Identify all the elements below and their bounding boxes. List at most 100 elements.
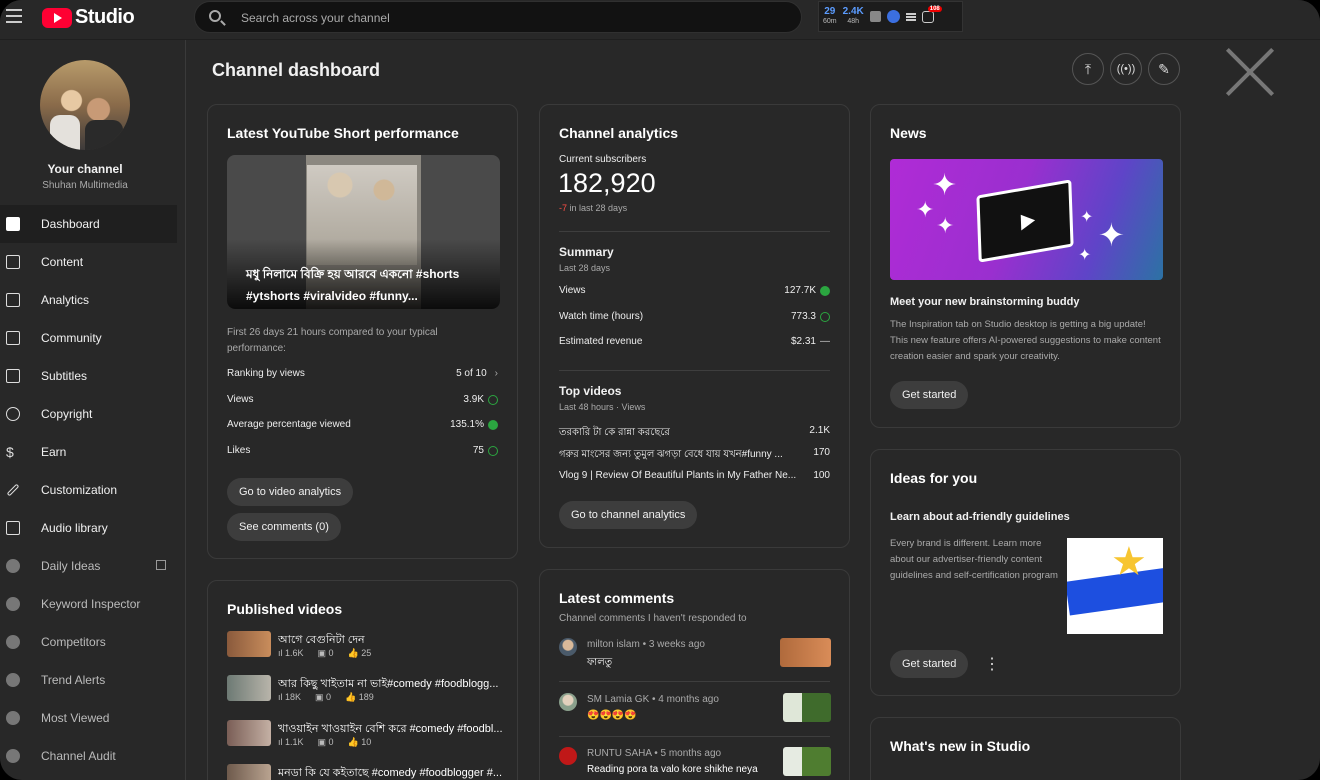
upload-icon: ⤒ (1084, 60, 1092, 77)
sidebar-item-community[interactable]: Community (0, 319, 186, 357)
card-title: Ideas for you (890, 470, 978, 486)
performance-compare-text: First 26 days 21 hours compared to your … (227, 327, 438, 354)
menu-icon[interactable] (6, 9, 22, 23)
list-icon[interactable] (905, 12, 916, 21)
list-item[interactable]: আর কিছু খাইতাম না ভাই#comedy #foodblogg.… (227, 675, 507, 715)
channel-avatar[interactable] (40, 60, 130, 150)
video-thumbnail (227, 675, 271, 701)
sidebar-item-channel-audit[interactable]: Channel Audit (0, 737, 186, 775)
card-title: Channel analytics (559, 125, 679, 141)
content-icon (6, 255, 20, 269)
comments-subtitle: Channel comments I haven't responded to (559, 613, 747, 624)
ideas-headline: Learn about ad-friendly guidelines (890, 511, 1070, 523)
sidebar-item-earn[interactable]: $ Earn (0, 433, 186, 471)
top-videos-heading: Top videos (559, 384, 622, 398)
extension-icon (6, 597, 20, 611)
sidebar: Your channel Shuhan Multimedia Dashboard… (0, 40, 186, 780)
news-get-started-button[interactable]: Get started (890, 381, 969, 409)
dash-icon: — (820, 336, 830, 347)
card-title: Published videos (227, 601, 343, 617)
check-icon (488, 445, 498, 456)
video-thumbnail (227, 764, 271, 780)
search-icon (209, 10, 221, 22)
comment-item[interactable]: RUNTU SAHA • 5 months ago Reading pora t… (559, 747, 831, 780)
latest-short-card: Latest YouTube Short performance মধু নিল… (207, 104, 518, 559)
star-icon: ★ (1111, 540, 1147, 584)
video-thumbnail (227, 631, 271, 657)
watch-time-row: Watch time (hours) 773.3 (559, 311, 830, 322)
community-icon (6, 331, 20, 345)
top-video-row[interactable]: তরকারি টা কে রান্না করছেরে 2.1K (559, 425, 830, 442)
realtime-views-stat[interactable]: 2.4K 48h (843, 6, 864, 27)
check-icon (488, 394, 498, 405)
studio-window: Studio Search across your channel 29 60m … (0, 0, 1320, 780)
go-live-button[interactable]: ((•)) (1110, 53, 1142, 85)
extension-icon[interactable] (886, 10, 900, 23)
sidebar-item-audio-library[interactable]: Audio library (0, 509, 186, 547)
upload-button[interactable]: ⤒ (1072, 53, 1104, 85)
comments-stat: ▣ 0 (315, 692, 332, 702)
sidebar-item-customization[interactable]: Customization (0, 471, 186, 509)
sidebar-item-dashboard[interactable]: Dashboard (0, 205, 177, 243)
sparkle-icon: ✦ (1080, 209, 1094, 226)
more-options-icon[interactable]: ⋮ (984, 654, 1000, 674)
comments-stat: ▣ 0 (317, 648, 334, 658)
divider (559, 681, 830, 682)
views-stat: ıl 1.1K (278, 737, 304, 747)
divider (559, 231, 830, 232)
divider (559, 370, 830, 371)
go-to-channel-analytics-button[interactable]: Go to channel analytics (559, 501, 698, 529)
top-video-row[interactable]: গরুর মাংসের জন্য তুমুল ঝগড়া বেধে যায় য… (559, 447, 830, 464)
card-title: News (890, 125, 927, 141)
arrow-up-icon (488, 419, 498, 430)
channel-analytics-card: Channel analytics Current subscribers 18… (539, 104, 850, 548)
sidebar-item-competitors[interactable]: Competitors (0, 623, 186, 661)
sidebar-item-keyword-inspector[interactable]: Keyword Inspector (0, 585, 186, 623)
news-image: ✦ ✦ ✦ ✦ ✦ ✦ (890, 159, 1163, 280)
studio-logo[interactable]: Studio (42, 6, 135, 29)
analytics-icon (6, 293, 20, 307)
views-stat: ıl 1.6K (278, 648, 304, 658)
close-icon[interactable] (1222, 45, 1277, 100)
sidebar-item-most-viewed[interactable]: Most Viewed (0, 699, 186, 737)
list-item[interactable]: মনডা কি যে কইতাছে #comedy #foodblogger #… (227, 764, 507, 780)
create-post-button[interactable]: ✎ (1148, 53, 1180, 85)
subtitles-icon (6, 369, 20, 383)
ideas-get-started-button[interactable]: Get started (890, 650, 969, 678)
video-player-illustration (976, 179, 1074, 263)
views-stat: ıl 18K (278, 692, 302, 702)
extension-toolbar: 29 60m 2.4K 48h 108 (818, 1, 963, 32)
video-thumbnail (227, 720, 271, 746)
sidebar-item-content[interactable]: Content (0, 243, 186, 281)
channel-label[interactable]: Your channel (0, 162, 170, 176)
extension-icon (6, 749, 20, 763)
list-item[interactable]: খাওয়াইন খাওয়াইন বেশি করে #comedy #food… (227, 720, 507, 760)
ideas-card: Ideas for you Learn about ad-friendly gu… (870, 449, 1181, 696)
sidebar-item-analytics[interactable]: Analytics (0, 281, 186, 319)
sidebar-item-subtitles[interactable]: Subtitles (0, 357, 186, 395)
news-headline: Meet your new brainstorming buddy (890, 296, 1080, 308)
extension-icon (6, 559, 20, 573)
audio-library-icon (6, 521, 20, 535)
subscriber-change: -7 in last 28 days (559, 203, 628, 213)
dollar-icon: $ (6, 444, 14, 460)
channel-name: Shuhan Multimedia (42, 180, 128, 191)
short-thumbnail[interactable]: মধু নিলামে বিক্রি হয় আরবে একনো #shorts … (227, 155, 500, 309)
notifications-icon[interactable]: 108 (921, 5, 942, 23)
sidebar-item-copyright[interactable]: Copyright (0, 395, 186, 433)
extension-icon (6, 673, 20, 687)
ranking-row[interactable]: Ranking by views 5 of 10 › (227, 368, 498, 379)
latest-comments-card: Latest comments Channel comments I haven… (539, 569, 850, 780)
sidebar-item-daily-ideas[interactable]: Daily Ideas (0, 547, 186, 585)
chart-icon[interactable] (869, 11, 881, 22)
likes-row: Likes 75 (227, 445, 498, 456)
published-videos-card: Published videos আগে বেগুনিটা দেন ıl 1.6… (207, 580, 518, 780)
realtime-subs-stat[interactable]: 29 60m (823, 6, 837, 27)
search-input[interactable]: Search across your channel (194, 1, 802, 33)
list-item[interactable]: আগে বেগুনিটা দেন ıl 1.6K ▣ 0 👍 25 (227, 631, 507, 671)
see-comments-button[interactable]: See comments (0) (227, 513, 341, 541)
sparkle-icon: ✦ (1098, 217, 1125, 253)
sidebar-item-trend-alerts[interactable]: Trend Alerts (0, 661, 186, 699)
go-to-video-analytics-button[interactable]: Go to video analytics (227, 478, 354, 506)
top-video-row[interactable]: Vlog 9 | Review Of Beautiful Plants in M… (559, 470, 830, 481)
